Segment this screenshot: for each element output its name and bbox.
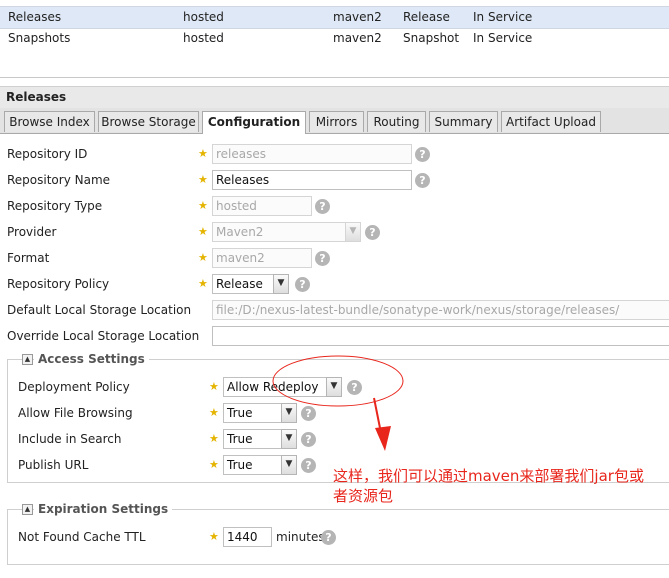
annotation-text-line2: 者资源包 bbox=[333, 487, 394, 505]
annotation-arrow-head bbox=[375, 426, 391, 451]
annotation-text-line1: 这样，我们可以通过maven来部署我们jar包或 bbox=[333, 467, 644, 485]
annotation-circle bbox=[272, 355, 404, 407]
